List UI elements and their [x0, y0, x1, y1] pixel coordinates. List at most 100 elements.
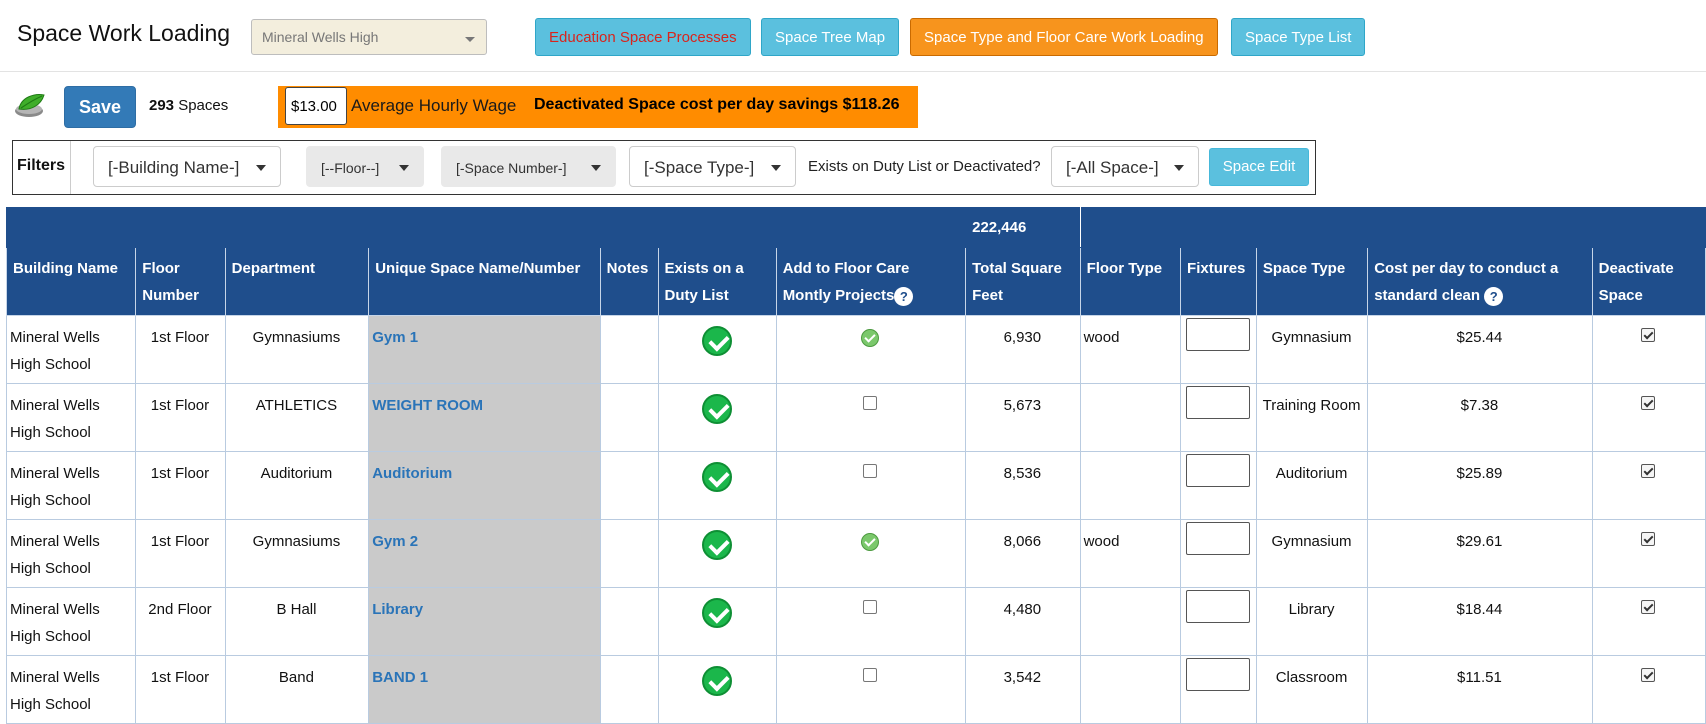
filters-divider [70, 141, 71, 194]
space-type-list-button[interactable]: Space Type List [1231, 18, 1366, 56]
col-square-feet[interactable]: Total Square Feet [965, 247, 1081, 316]
square-feet-cell: 8,536 [965, 451, 1081, 520]
space-name-link[interactable]: Library [368, 587, 601, 656]
check-circle-icon [701, 666, 732, 696]
chevron-down-icon [591, 165, 601, 171]
hourly-wage-label: Average Hourly Wage [351, 96, 517, 115]
space-name-link[interactable]: Gym 2 [368, 519, 601, 588]
chevron-down-icon [465, 37, 475, 42]
floor-care-checkbox[interactable] [863, 600, 878, 614]
col-cost-label: Cost per day to conduct a standard clean [1374, 260, 1559, 304]
space-count: 293 Spaces [149, 97, 228, 114]
table-row: Mineral Wells High School 1st Floor Gymnas… [5, 519, 1706, 588]
space-name-link[interactable]: WEIGHT ROOM [368, 383, 601, 452]
space-type-floor-care-button[interactable]: Space Type and Floor Care Work Loading [910, 18, 1218, 56]
help-icon[interactable]: ? [894, 286, 914, 306]
building-cell: Mineral Wells High School [5, 315, 137, 384]
floor-care-cell[interactable] [775, 655, 967, 724]
deactivate-checkbox[interactable] [1641, 328, 1656, 342]
deactivate-checkbox[interactable] [1641, 396, 1656, 410]
deactivated-savings-text: Deactivated Space cost per day savings $… [534, 96, 900, 113]
fixtures-input[interactable] [1185, 318, 1250, 351]
floor-care-cell[interactable] [775, 383, 967, 452]
school-select[interactable]: Mineral Wells High [251, 19, 487, 55]
space-name-link[interactable]: BAND 1 [368, 655, 601, 724]
deactivate-checkbox[interactable] [1641, 668, 1656, 682]
floor-care-cell[interactable] [775, 519, 967, 588]
floor-care-checkbox[interactable] [863, 668, 878, 682]
check-circle-icon[interactable] [861, 329, 880, 347]
floor-care-cell[interactable] [775, 587, 967, 656]
col-notes[interactable]: Notes [599, 247, 659, 316]
square-feet-cell: 4,480 [965, 587, 1081, 656]
notes-cell[interactable] [599, 519, 659, 588]
deactivate-checkbox[interactable] [1641, 464, 1656, 478]
col-deactivate[interactable]: Deactivate Space [1591, 247, 1706, 316]
cost-cell: $18.44 [1367, 587, 1593, 656]
fixtures-input[interactable] [1185, 386, 1250, 419]
notes-cell[interactable] [599, 315, 659, 384]
cost-cell: $25.89 [1367, 451, 1593, 520]
col-building-name[interactable]: Building Name [5, 247, 137, 316]
education-space-processes-button[interactable]: Education Space Processes [535, 18, 751, 56]
notes-cell[interactable] [599, 655, 659, 724]
col-cost[interactable]: Cost per day to conduct a standard clean… [1367, 247, 1593, 316]
col-department[interactable]: Department [224, 247, 370, 316]
floor-care-checkbox[interactable] [863, 464, 878, 478]
cost-cell: $25.44 [1367, 315, 1593, 384]
deactivate-checkbox[interactable] [1641, 600, 1656, 614]
cost-cell: $11.51 [1367, 655, 1593, 724]
floor-care-cell[interactable] [775, 451, 967, 520]
fixtures-input[interactable] [1185, 522, 1250, 555]
summary-spacer [5, 207, 967, 248]
col-floor-number[interactable]: Floor Number [135, 247, 226, 316]
save-button[interactable]: Save [64, 86, 136, 128]
notes-cell[interactable] [599, 451, 659, 520]
exists-cell [657, 383, 777, 452]
building-name-filter-value: [-Building Name-] [108, 158, 240, 177]
fixtures-input[interactable] [1185, 590, 1250, 623]
floor-cell: 1st Floor [135, 451, 226, 520]
space-type-cell: Classroom [1255, 655, 1369, 724]
all-space-filter-value: [-All Space-] [1066, 158, 1159, 177]
chevron-down-icon [399, 165, 409, 171]
deactivate-cell [1591, 587, 1706, 656]
notes-cell[interactable] [599, 587, 659, 656]
floor-type-cell: wood [1079, 519, 1182, 588]
page-title: Space Work Loading [17, 20, 231, 46]
col-space-type[interactable]: Space Type [1255, 247, 1369, 316]
summary-spacer-right [1079, 207, 1706, 248]
table-row: Mineral Wells High School 2nd Floor B Hall… [5, 587, 1706, 656]
fixtures-input[interactable] [1185, 454, 1250, 487]
space-type-filter[interactable]: [-Space Type-] [629, 146, 796, 187]
building-name-filter[interactable]: [-Building Name-] [93, 146, 281, 187]
deactivate-cell [1591, 383, 1706, 452]
hourly-wage-input[interactable] [285, 87, 347, 125]
space-edit-button[interactable]: Space Edit [1209, 148, 1309, 186]
space-name-link[interactable]: Auditorium [368, 451, 601, 520]
check-circle-icon[interactable] [861, 533, 880, 551]
summary-row: 222,446 [5, 207, 1706, 248]
space-count-value: 293 [149, 97, 175, 114]
all-space-filter[interactable]: [-All Space-] [1051, 146, 1199, 187]
floor-care-cell[interactable] [775, 315, 967, 384]
table-row: Mineral Wells High School 1st Floor ATHLET… [5, 383, 1706, 452]
space-type-cell: Library [1255, 587, 1369, 656]
col-exists[interactable]: Exists on a Duty List [657, 247, 777, 316]
deactivate-checkbox[interactable] [1641, 532, 1656, 546]
floor-care-checkbox[interactable] [863, 396, 878, 410]
exists-cell [657, 655, 777, 724]
col-space-name[interactable]: Unique Space Name/Number [368, 247, 601, 316]
col-floor-type[interactable]: Floor Type [1079, 247, 1182, 316]
floor-filter-value: [--Floor--] [321, 160, 380, 176]
space-tree-map-button[interactable]: Space Tree Map [761, 18, 900, 56]
space-name-link[interactable]: Gym 1 [368, 315, 601, 384]
space-number-filter[interactable]: [-Space Number-] [441, 146, 616, 187]
exists-cell [657, 587, 777, 656]
col-fixtures[interactable]: Fixtures [1180, 247, 1257, 316]
col-floor-care[interactable]: Add to Floor Care Montly Projects? [775, 247, 967, 316]
notes-cell[interactable] [599, 383, 659, 452]
help-icon[interactable]: ? [1484, 286, 1504, 306]
floor-filter[interactable]: [--Floor--] [306, 146, 424, 187]
fixtures-input[interactable] [1185, 658, 1250, 691]
